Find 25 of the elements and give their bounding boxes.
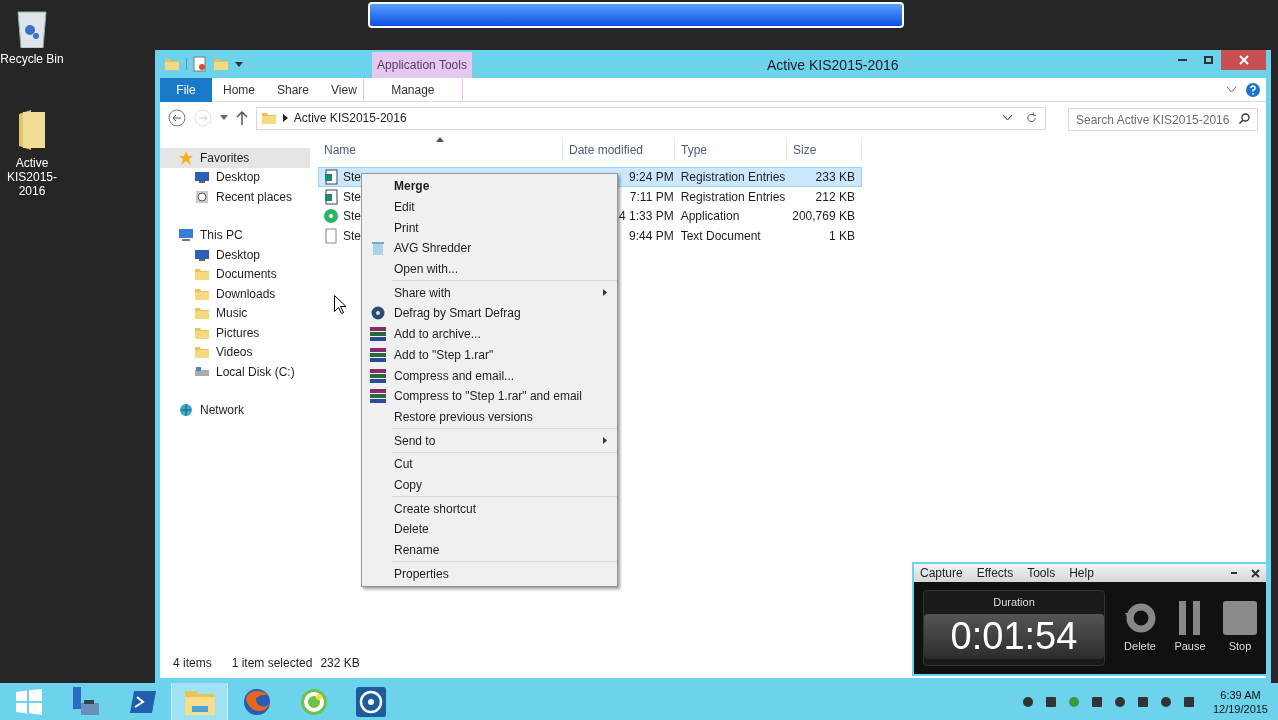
file-name: Ste [343,168,361,186]
window-title: Active KIS2015-2016 [767,56,899,75]
date-text: 9:24 PM [628,168,674,186]
file-name: Ste [343,188,361,206]
size-text: 1 KB [828,227,855,245]
item-count: 4 items [173,655,212,672]
file-name: Ste [343,208,361,226]
date-text: 4 1:33 PM [618,208,674,226]
date-text: 9:44 PM [628,227,674,245]
clock-time: 6:39 AM [1220,687,1261,702]
type-text: Registration Entries [680,189,786,204]
selection-count: 1 item selected [231,655,313,672]
clock-date: 12/19/2015 [1212,701,1268,716]
timer-display: 0:01:54 [924,613,1104,659]
size-text: 212 KB [815,188,855,206]
contextual-tab-group: Application Tools [372,52,472,78]
type-text: Registration Entries [680,169,786,184]
selection-size: 232 KB [320,655,360,672]
size-text: 200,769 KB [792,208,855,226]
timer-caption: Duration [993,595,1035,610]
file-name: Ste [343,227,361,245]
date-text: 7:11 PM [629,188,674,206]
type-text: Application [680,209,740,224]
type-text: Text Document [680,228,761,243]
size-text: 233 KB [815,168,855,186]
